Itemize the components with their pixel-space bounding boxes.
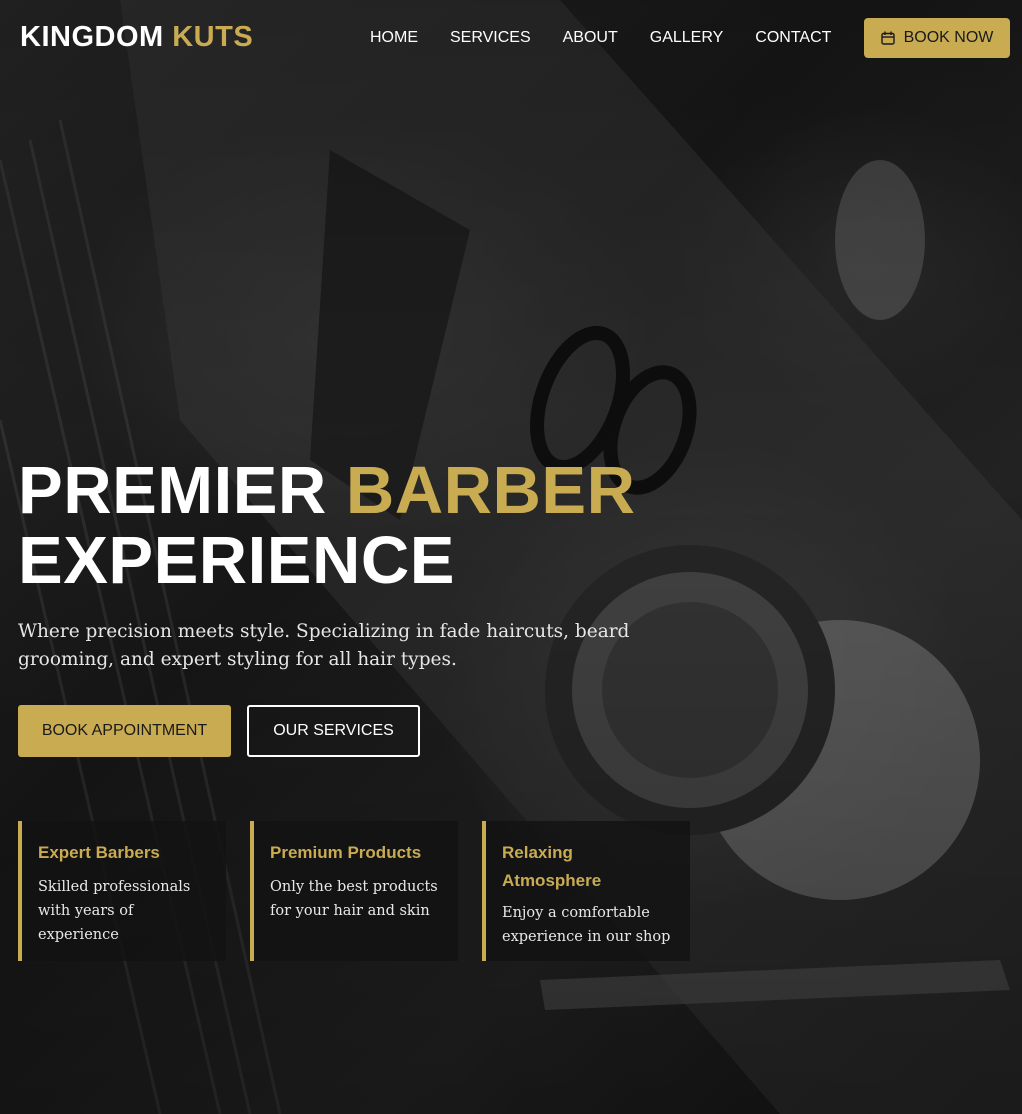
brand-logo[interactable]: KINGDOM KUTS: [20, 20, 253, 54]
feature-card-premium-products: Premium Products Only the best products …: [250, 821, 458, 961]
book-now-button[interactable]: BOOK NOW: [864, 18, 1010, 58]
nav-contact[interactable]: CONTACT: [755, 28, 831, 48]
feature-card-relaxing-atmosphere: Relaxing Atmosphere Enjoy a comfortable …: [482, 821, 690, 961]
hero-title-word-1: PREMIER: [18, 453, 327, 528]
book-appointment-button[interactable]: BOOK APPOINTMENT: [18, 705, 231, 757]
nav-home[interactable]: HOME: [370, 28, 418, 48]
feature-text: Only the best products for your hair and…: [270, 879, 438, 919]
site-header: KINGDOM KUTS HOME SERVICES ABOUT GALLERY…: [0, 0, 1022, 76]
feature-text: Skilled professionals with years of expe…: [38, 879, 191, 943]
our-services-button[interactable]: OUR SERVICES: [247, 705, 420, 757]
brand-name-primary: KINGDOM: [20, 21, 164, 53]
nav-services[interactable]: SERVICES: [450, 28, 531, 48]
feature-text: Enjoy a comfortable experience in our sh…: [502, 905, 671, 945]
feature-title: Expert Barbers: [38, 843, 160, 862]
hero-title-word-2: BARBER: [345, 453, 636, 528]
brand-name-accent: KUTS: [172, 21, 254, 53]
hero-title: PREMIER BARBER EXPERIENCE: [18, 456, 636, 596]
nav-about[interactable]: ABOUT: [563, 28, 618, 48]
main-nav: HOME SERVICES ABOUT GALLERY CONTACT: [370, 28, 863, 48]
calendar-icon: [880, 31, 895, 45]
feature-title: Premium Products: [270, 843, 422, 862]
feature-card-expert-barbers: Expert Barbers Skilled professionals wit…: [18, 821, 226, 961]
book-now-label: BOOK NOW: [903, 29, 994, 46]
hero-title-line-2: EXPERIENCE: [18, 523, 455, 598]
hero-subtitle: Where precision meets style. Specializin…: [18, 621, 630, 670]
nav-gallery[interactable]: GALLERY: [650, 28, 724, 48]
feature-title: Relaxing Atmosphere: [502, 843, 602, 890]
